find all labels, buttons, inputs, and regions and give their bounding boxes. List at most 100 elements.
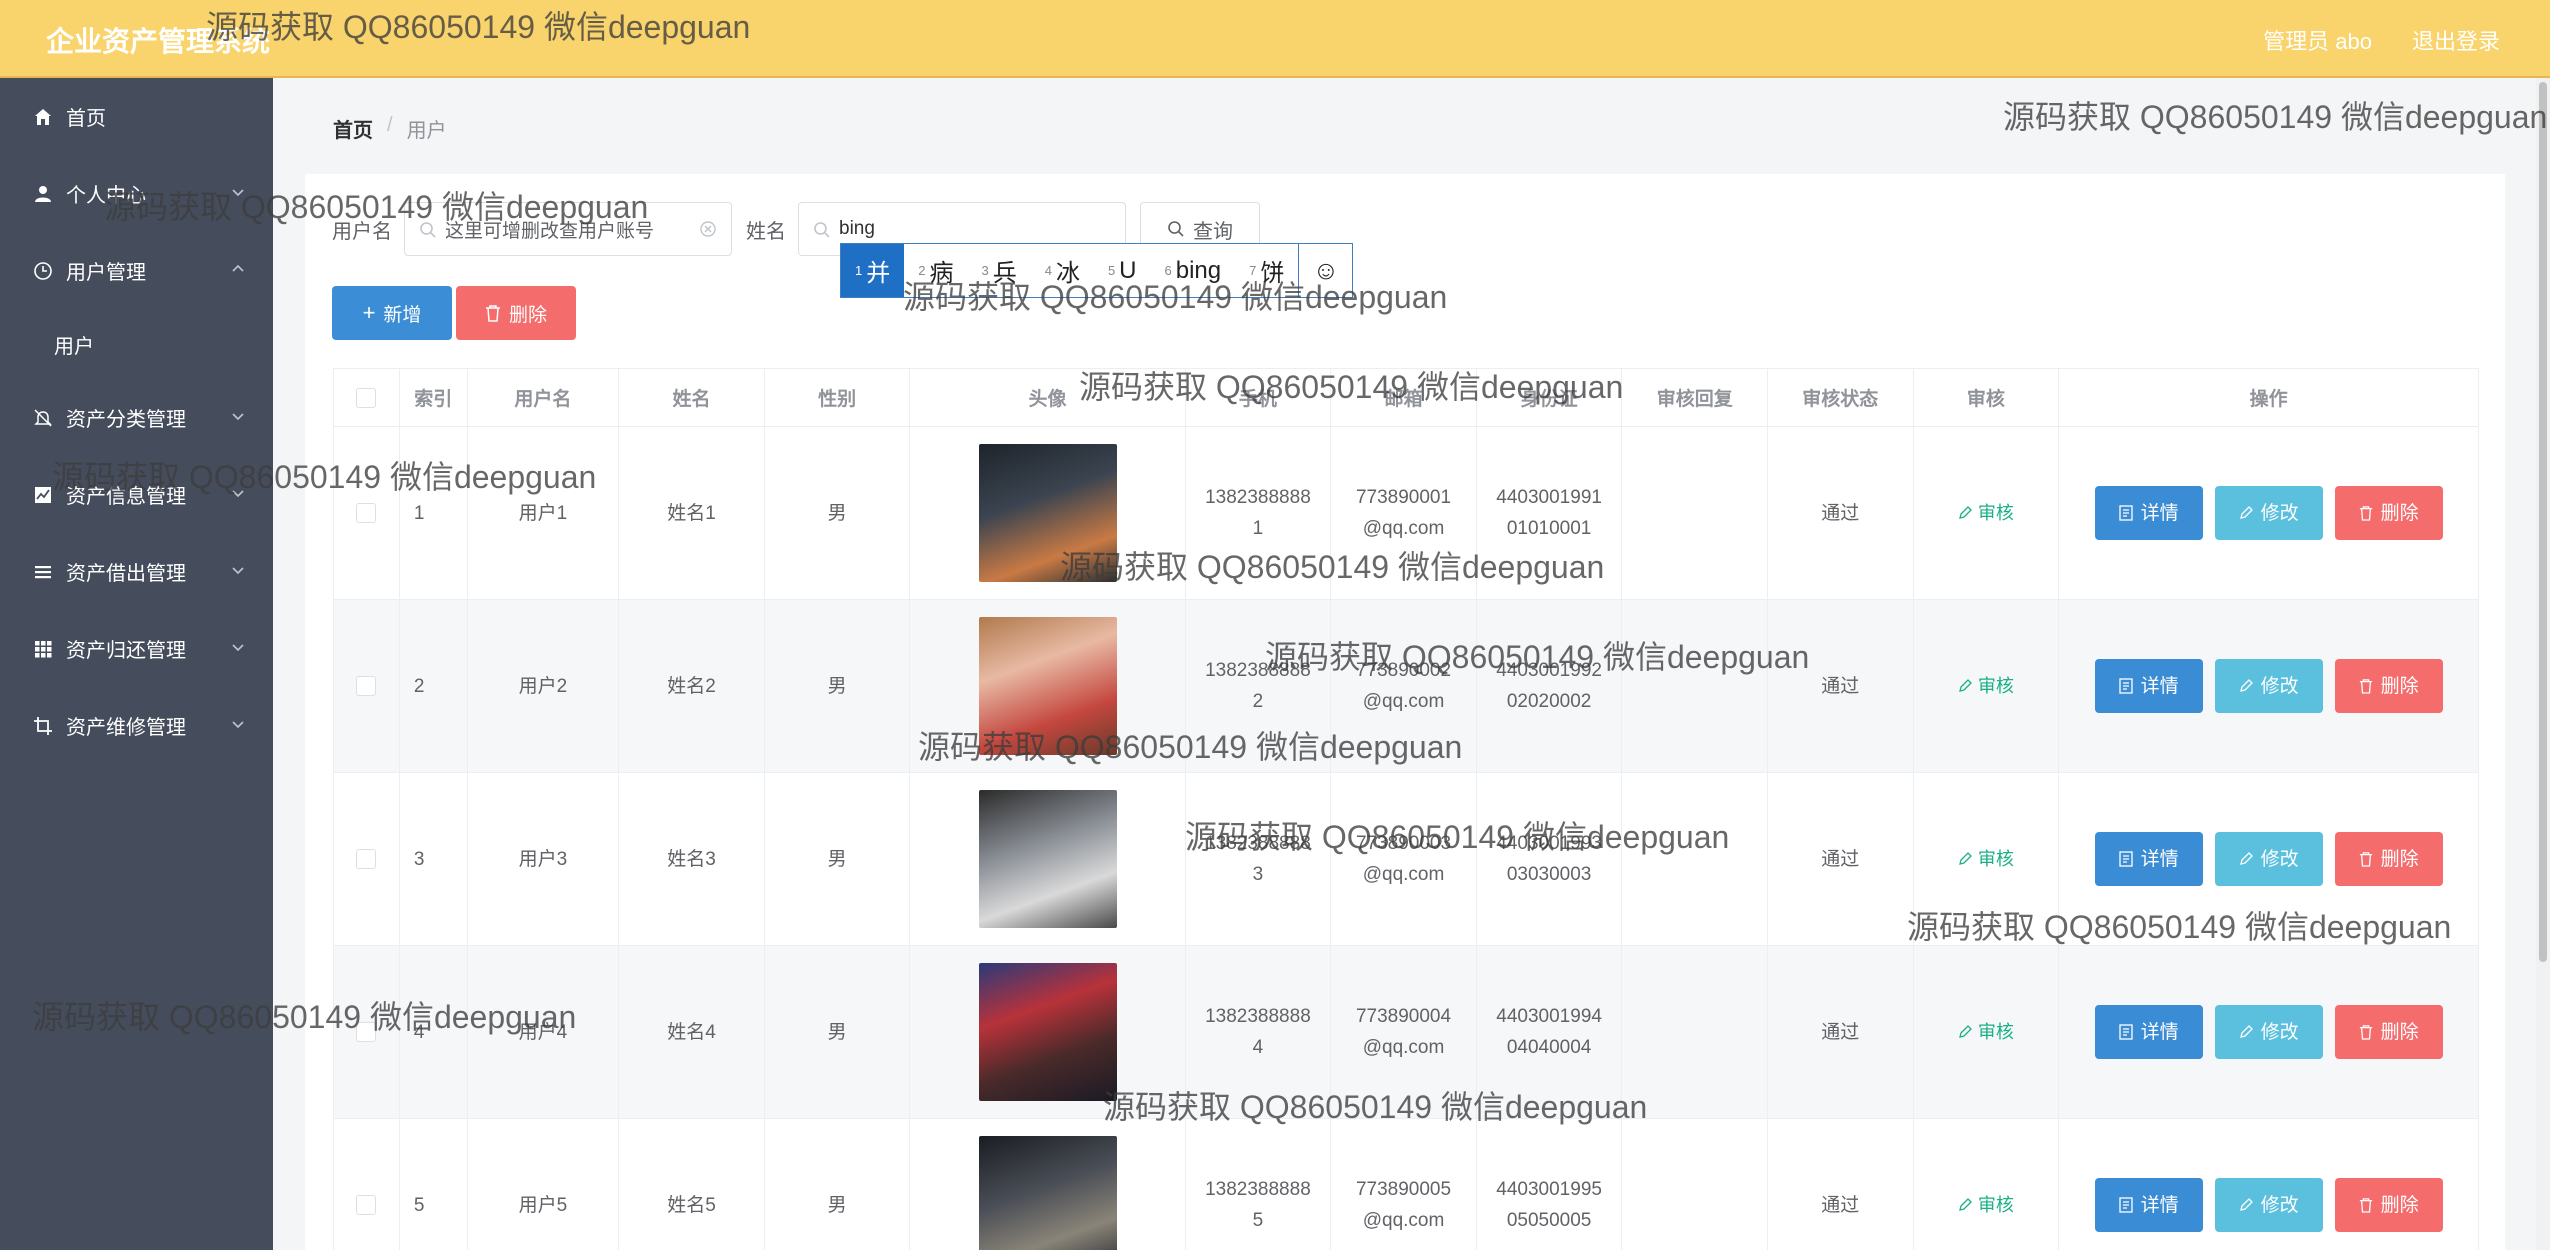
audit-link[interactable]: 审核 (1958, 671, 2014, 702)
breadcrumb-separator: / (387, 114, 393, 136)
delete-button[interactable]: 删除 (2334, 486, 2443, 540)
ime-candidate[interactable]: 4冰 (1031, 244, 1094, 297)
breadcrumb-current: 用户 (406, 120, 447, 142)
idcard-cell: 4403001991 01010001 (1477, 427, 1623, 599)
select-all-checkbox[interactable] (356, 387, 377, 408)
row-checkbox[interactable] (356, 849, 377, 869)
breadcrumb-home[interactable]: 首页 (333, 114, 373, 143)
delete-button[interactable]: 删除 (2334, 1005, 2443, 1059)
edit-button[interactable]: 修改 (2214, 486, 2323, 540)
detail-button[interactable]: 详情 (2094, 1178, 2203, 1232)
sidebar: 首页 个人中心 用户管理 用户 资产分类管理 资产信息管理 资产借出管理 资产归… (0, 78, 273, 1250)
detail-button[interactable]: 详情 (2094, 659, 2203, 713)
user-table: 索引 用户名 姓名 性别 头像 手机 邮箱 身份证 审核回复 审核状态 审核 操… (333, 368, 2479, 1250)
header-cell: 审核回复 (1622, 369, 1768, 426)
detail-button[interactable]: 详情 (2094, 832, 2203, 886)
idcard-line: 03030003 (1506, 864, 1592, 885)
idcard-cell: 4403001993 03030003 (1477, 773, 1623, 945)
row-checkbox[interactable] (356, 676, 377, 696)
ime-candidate[interactable]: 1并 (841, 244, 905, 297)
sidebar-item-home[interactable]: 首页 (0, 78, 273, 155)
ime-candidate[interactable]: 6 bing (1151, 244, 1236, 297)
delete-label: 删除 (2380, 675, 2419, 697)
idcard-line: 4403001992 (1496, 660, 1602, 681)
query-button-label: 查询 (1193, 220, 1233, 243)
ime-candidate-number: 1 (855, 263, 863, 278)
edit-icon (1959, 852, 1972, 865)
phone-cell: 1382388888 3 (1186, 773, 1332, 945)
row-checkbox[interactable] (356, 503, 377, 523)
add-button[interactable]: + 新增 (332, 286, 452, 340)
audit-cell: 审核 (1914, 427, 2060, 599)
table-row: 3 用户3 姓名3 男 1382388888 3 773890003 @qq.com… (334, 773, 2478, 946)
detail-button[interactable]: 详情 (2094, 1005, 2203, 1059)
admin-label[interactable]: 管理员 abo (2263, 24, 2372, 56)
operations-cell: 详情 修改 删除 (2059, 1119, 2478, 1250)
ime-candidate[interactable]: 7饼 (1235, 244, 1298, 297)
row-checkbox[interactable] (356, 1022, 377, 1042)
sidebar-item-profile[interactable]: 个人中心 (0, 155, 273, 232)
sidebar-item-asset-category[interactable]: 资产分类管理 (0, 379, 273, 456)
name-cell: 姓名3 (619, 773, 765, 945)
audit-link[interactable]: 审核 (1958, 498, 2014, 529)
row-actions: 详情 修改 删除 (2094, 1005, 2443, 1059)
idcard-line: 4403001993 (1496, 833, 1602, 854)
name-input-value: bing (839, 218, 875, 239)
sidebar-subitem-user[interactable]: 用户 (0, 309, 273, 379)
idcard-line: 04040004 (1506, 1037, 1592, 1058)
ime-candidate[interactable]: 3兵 (967, 244, 1030, 297)
email-line: 773890004 (1355, 1006, 1452, 1027)
ime-candidate[interactable]: 2病 (904, 244, 967, 297)
delete-button[interactable]: 删除 (2334, 832, 2443, 886)
sidebar-item-asset-info[interactable]: 资产信息管理 (0, 456, 273, 533)
row-actions: 详情 修改 删除 (2094, 659, 2443, 713)
row-actions: 详情 修改 删除 (2094, 832, 2443, 886)
table-header: 索引 用户名 姓名 性别 头像 手机 邮箱 身份证 审核回复 审核状态 审核 操… (334, 369, 2478, 427)
email-line: @qq.com (1362, 691, 1445, 712)
gender-cell: 男 (765, 427, 911, 599)
scrollbar-thumb[interactable] (2539, 82, 2547, 962)
username-cell: 用户4 (468, 946, 620, 1118)
ime-candidate-text: 饼 (1260, 260, 1285, 287)
edit-button[interactable]: 修改 (2214, 1005, 2323, 1059)
main-content: 首页 / 用户 用户名 这里可增删改查用户账号 姓名 bing 查询 + 新增 … (273, 78, 2550, 1250)
status-cell: 通过 (1768, 1119, 1914, 1250)
phone-line: 1382388888 (1205, 833, 1311, 854)
audit-link[interactable]: 审核 (1958, 1017, 2014, 1048)
name-label: 姓名 (746, 220, 786, 243)
trash-icon (2359, 1198, 2372, 1213)
trash-icon (2359, 852, 2372, 867)
batch-delete-button[interactable]: 删除 (456, 286, 576, 340)
table-row: 4 用户4 姓名4 男 1382388888 4 773890004 @qq.com… (334, 946, 2478, 1119)
sidebar-item-user-management[interactable]: 用户管理 (0, 232, 273, 309)
edit-button[interactable]: 修改 (2214, 1178, 2323, 1232)
content-panel: 用户名 这里可增删改查用户账号 姓名 bing 查询 + 新增 删除 索引 用户… (305, 174, 2505, 1250)
row-checkbox[interactable] (356, 1195, 377, 1215)
vertical-scrollbar[interactable] (2536, 78, 2550, 1250)
delete-button[interactable]: 删除 (2334, 659, 2443, 713)
phone-cell: 1382388888 1 (1186, 427, 1332, 599)
sidebar-item-label: 资产信息管理 (66, 486, 186, 508)
detail-label: 详情 (2140, 675, 2179, 697)
chevron-down-icon (232, 644, 244, 652)
app-title: 企业资产管理系统 (46, 26, 271, 57)
logout-link[interactable]: 退出登录 (2412, 24, 2500, 56)
ime-emoji-button[interactable]: ☺ (1298, 244, 1352, 297)
audit-link[interactable]: 审核 (1958, 844, 2014, 875)
sidebar-item-asset-lend[interactable]: 资产借出管理 (0, 533, 273, 610)
edit-button[interactable]: 修改 (2214, 832, 2323, 886)
index-cell: 1 (400, 427, 468, 599)
audit-cell: 审核 (1914, 946, 2060, 1118)
audit-link[interactable]: 审核 (1958, 1190, 2014, 1221)
clear-icon[interactable] (699, 220, 717, 238)
username-search-input[interactable]: 这里可增删改查用户账号 (404, 202, 732, 256)
sidebar-item-asset-repair[interactable]: 资产维修管理 (0, 687, 273, 764)
ime-candidate[interactable]: 5U (1094, 244, 1151, 297)
delete-button[interactable]: 删除 (2334, 1178, 2443, 1232)
sidebar-item-asset-return[interactable]: 资产归还管理 (0, 610, 273, 687)
name-cell: 姓名4 (619, 946, 765, 1118)
ime-candidate-number: 7 (1249, 263, 1257, 278)
breadcrumb: 首页 / 用户 (333, 114, 447, 143)
edit-button[interactable]: 修改 (2214, 659, 2323, 713)
detail-button[interactable]: 详情 (2094, 486, 2203, 540)
